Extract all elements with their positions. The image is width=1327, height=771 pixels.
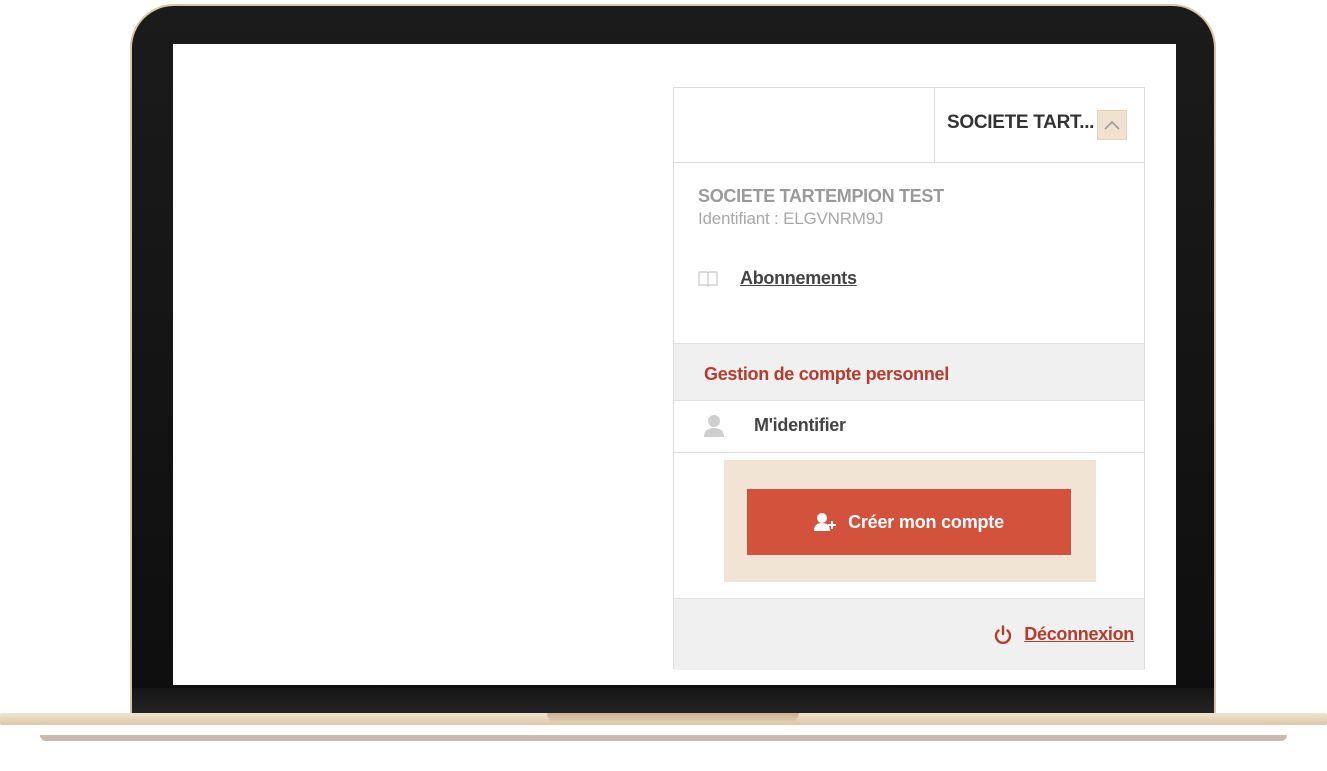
- account-menu-header: SOCIETE TART...: [674, 88, 1144, 163]
- laptop-notch: [547, 713, 799, 723]
- create-account-zone: Créer mon compte: [724, 460, 1096, 582]
- company-identifier: Identifiant : ELGVNRM9J: [698, 209, 884, 228]
- logout-label[interactable]: Déconnexion: [1024, 624, 1134, 645]
- create-account-label: Créer mon compte: [848, 511, 1004, 532]
- create-account-button[interactable]: Créer mon compte: [747, 489, 1071, 555]
- laptop-base-shadow: [40, 735, 1287, 741]
- account-name-truncated[interactable]: SOCIETE TART...: [947, 112, 1094, 134]
- section-title: Gestion de compte personnel: [704, 364, 949, 384]
- section-header: Gestion de compte personnel: [674, 343, 1144, 401]
- chevron-up-icon: [1104, 120, 1120, 130]
- account-menu-footer: Déconnexion: [674, 598, 1144, 670]
- add-user-icon: [814, 513, 837, 531]
- subscriptions-link[interactable]: Abonnements: [740, 268, 857, 289]
- login-row[interactable]: M'identifier: [674, 401, 1144, 453]
- power-icon: [995, 624, 1012, 644]
- collapse-toggle-button[interactable]: [1097, 110, 1127, 140]
- book-icon: [698, 270, 718, 287]
- user-icon: [704, 415, 724, 437]
- logout-link[interactable]: Déconnexion: [994, 624, 1134, 645]
- account-menu-panel: SOCIETE TART... SOCIETE TARTEMPION TEST …: [673, 87, 1145, 670]
- screen: SOCIETE TART... SOCIETE TARTEMPION TEST …: [173, 44, 1176, 685]
- login-label[interactable]: M'identifier: [754, 415, 846, 436]
- header-divider: [934, 88, 935, 163]
- subscriptions-row[interactable]: Abonnements: [698, 266, 857, 290]
- company-name: SOCIETE TARTEMPION TEST: [698, 186, 944, 206]
